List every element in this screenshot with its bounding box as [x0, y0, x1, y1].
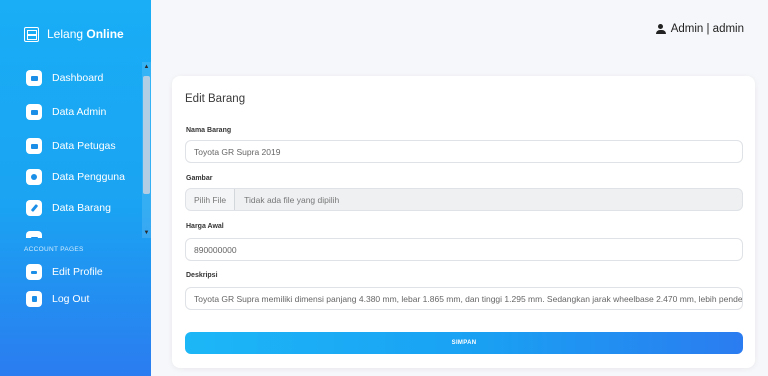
edit-profile-icon — [26, 264, 42, 280]
sidebar-item-log-out[interactable]: Log Out — [26, 290, 89, 308]
user-icon — [655, 24, 666, 34]
nama-barang-label: Nama Barang — [186, 127, 232, 134]
sidebar-item-label: Log Out — [52, 293, 90, 305]
nama-barang-input[interactable]: Toyota GR Supra 2019 — [185, 140, 743, 163]
logout-icon — [26, 291, 42, 307]
tools-icon — [26, 200, 42, 216]
sidebar-item-label: Data Barang — [52, 202, 111, 214]
brand-name-part1: Lelang — [47, 27, 84, 41]
harga-awal-input[interactable]: 890000000 — [185, 238, 743, 261]
officer-icon — [26, 138, 42, 154]
sidebar: Lelang Online ▲ ▼ Dashboard Data Admin D… — [0, 0, 151, 376]
gambar-file-input[interactable]: Pilih File Tidak ada file yang dipilih — [185, 188, 743, 211]
simpan-button[interactable]: SIMPAN — [185, 332, 743, 354]
sidebar-item-data-admin[interactable]: Data Admin — [26, 103, 106, 121]
section-label-account: ACCOUNT PAGES — [24, 246, 84, 253]
edit-barang-card: Edit Barang Nama Barang Toyota GR Supra … — [172, 76, 755, 368]
sidebar-item-data-pengguna[interactable]: Data Pengguna — [26, 168, 125, 186]
sidebar-item-dashboard[interactable]: Dashboard — [26, 69, 103, 87]
user-label: Admin | admin — [670, 23, 744, 35]
sidebar-item-label: Data Admin — [52, 106, 107, 118]
gambar-label: Gambar — [186, 175, 213, 182]
sidebar-item-label: Data Petugas — [52, 140, 116, 152]
brand-name-part2: Online — [86, 27, 124, 41]
menu-icon — [26, 231, 42, 238]
brand[interactable]: Lelang Online — [24, 24, 124, 44]
harga-awal-label: Harga Awal — [186, 223, 224, 230]
sidebar-item-label: Edit Profile — [52, 266, 103, 278]
sidebar-item-partial[interactable] — [26, 230, 42, 238]
sidebar-item-data-barang[interactable]: Data Barang — [26, 199, 111, 217]
sidebar-item-edit-profile[interactable]: Edit Profile — [26, 263, 103, 281]
deskripsi-input[interactable]: Toyota GR Supra memiliki dimensi panjang… — [185, 287, 743, 310]
choose-file-button[interactable]: Pilih File — [186, 189, 236, 210]
sidebar-menu: Dashboard Data Admin Data Petugas Data P… — [0, 62, 151, 238]
sidebar-item-label: Data Pengguna — [52, 171, 125, 183]
deskripsi-label: Deskripsi — [186, 272, 218, 279]
user-menu[interactable]: Admin | admin — [655, 23, 744, 35]
store-logo-icon — [24, 26, 39, 42]
admin-icon — [26, 104, 42, 120]
user-group-icon — [26, 169, 42, 185]
sidebar-item-data-petugas[interactable]: Data Petugas — [26, 137, 116, 155]
page-title: Edit Barang — [185, 93, 246, 105]
file-status-text: Tidak ada file yang dipilih — [244, 194, 340, 205]
sidebar-item-label: Dashboard — [52, 72, 104, 84]
dashboard-icon — [26, 70, 42, 86]
